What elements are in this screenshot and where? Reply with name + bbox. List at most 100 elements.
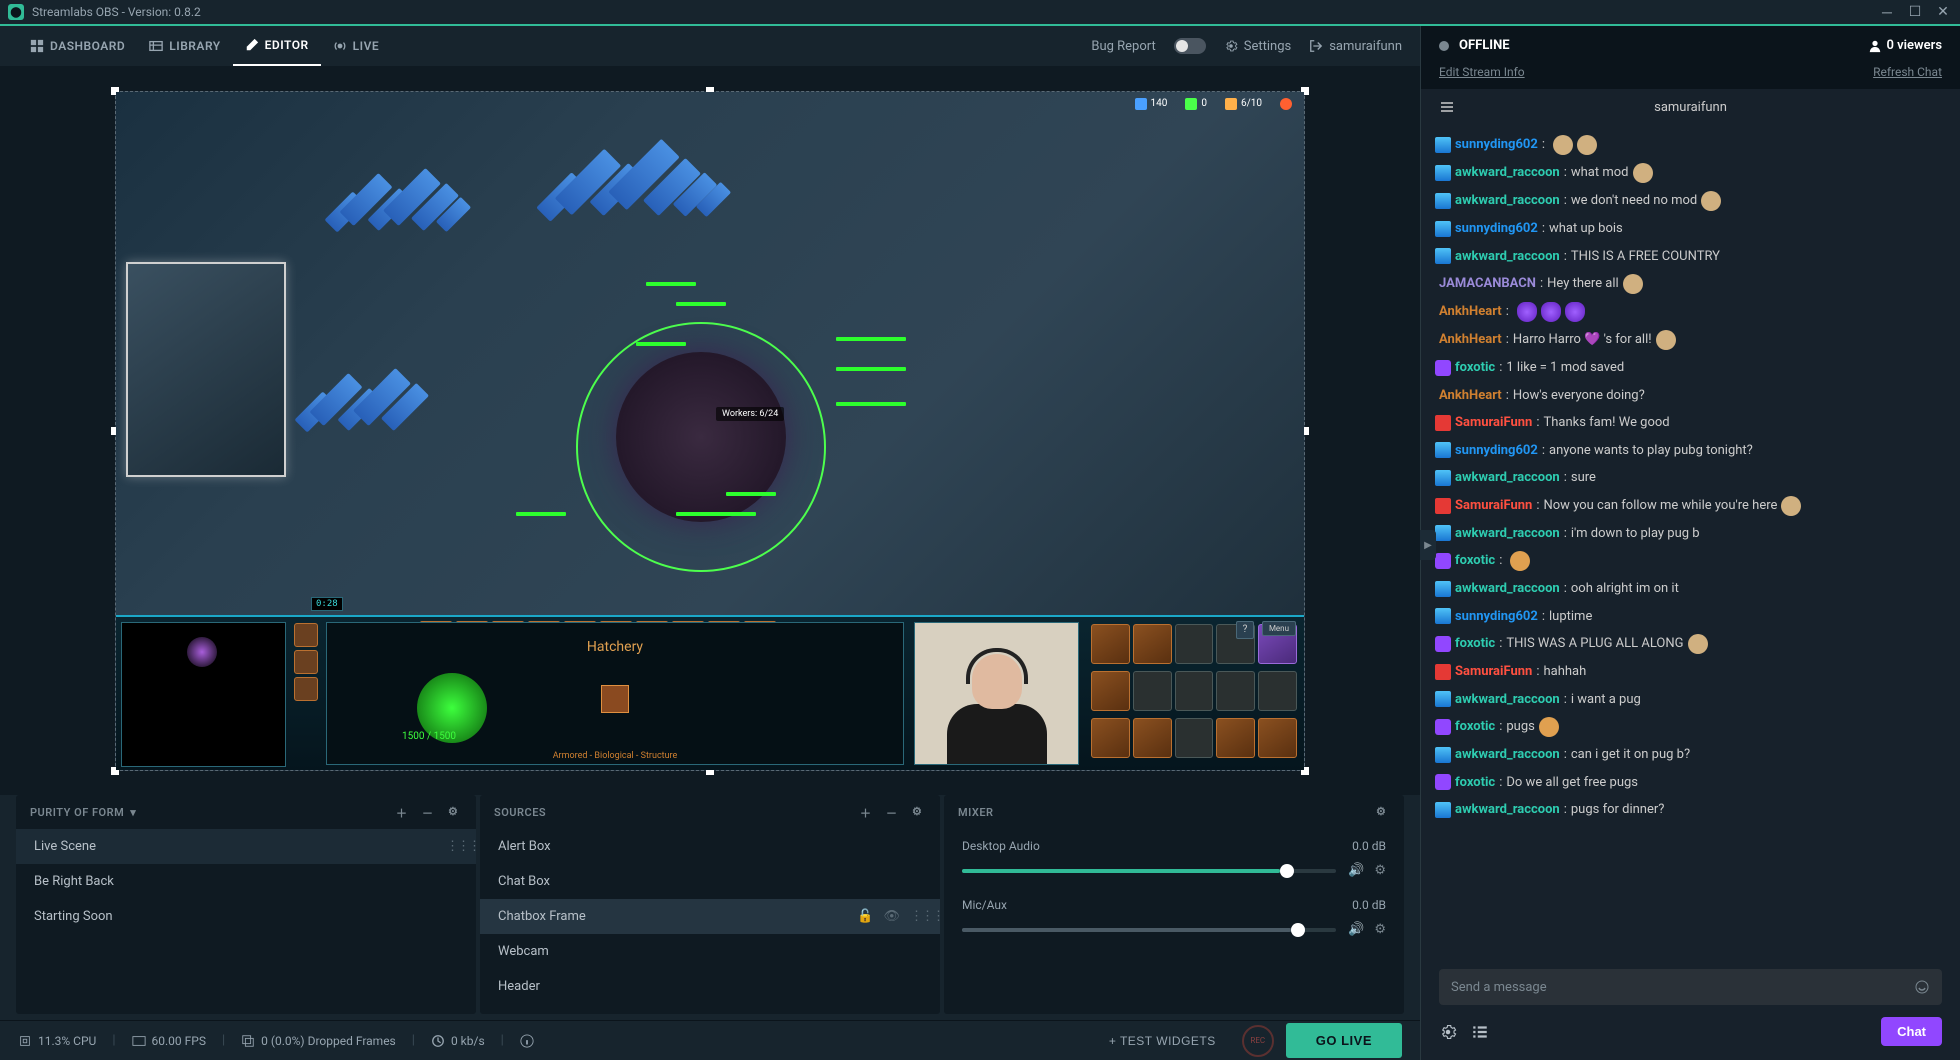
- chat-username[interactable]: sunnyding602: [1455, 441, 1538, 461]
- chat-username[interactable]: SamuraiFunn: [1455, 662, 1532, 682]
- chat-username[interactable]: awkward_raccoon: [1455, 468, 1560, 488]
- rooms-icon[interactable]: [1439, 99, 1455, 115]
- person-icon: [1868, 39, 1882, 53]
- chat-username[interactable]: sunnyding602: [1455, 607, 1538, 627]
- chat-username[interactable]: foxotic: [1455, 634, 1495, 654]
- scene-item[interactable]: Live Scene ⋮⋮⋮: [16, 829, 476, 864]
- scene-item[interactable]: Be Right Back: [16, 864, 476, 899]
- preview-area[interactable]: 140 0 6/10: [0, 66, 1420, 795]
- close-icon[interactable]: ✕: [1934, 3, 1952, 21]
- chat-username[interactable]: awkward_raccoon: [1455, 745, 1560, 765]
- source-item[interactable]: Background (delete me): [480, 1004, 940, 1014]
- chat-message-input[interactable]: Send a message: [1439, 969, 1942, 1005]
- chat-username[interactable]: awkward_raccoon: [1455, 247, 1560, 267]
- chat-badge-icon: [1435, 747, 1451, 763]
- command-grid: [1089, 622, 1299, 765]
- chat-username[interactable]: awkward_raccoon: [1455, 191, 1560, 211]
- remove-source-icon[interactable]: －: [886, 805, 900, 819]
- chat-message: sunnyding602: luptime: [1435, 603, 1946, 631]
- chat-username[interactable]: awkward_raccoon: [1455, 579, 1560, 599]
- bug-report-link[interactable]: Bug Report: [1091, 39, 1155, 54]
- chat-badge-icon: [1435, 415, 1451, 431]
- test-widgets-button[interactable]: + TEST WIDGETS: [1095, 1026, 1230, 1056]
- chat-message: AnkhHeart: Harro Harro 💜 's for all!: [1435, 326, 1946, 354]
- source-item[interactable]: Alert Box: [480, 829, 940, 864]
- status-bar: 11.3% CPU | 60.00 FPS | 0 (0.0%) Dropped…: [0, 1020, 1420, 1060]
- mute-icon[interactable]: 🔊: [1348, 922, 1364, 937]
- source-settings-icon[interactable]: ⚙: [912, 805, 926, 819]
- chat-username[interactable]: awkward_raccoon: [1455, 524, 1560, 544]
- visibility-icon[interactable]: 👁: [883, 909, 900, 924]
- chat-message: awkward_raccoon: THIS IS A FREE COUNTRY: [1435, 243, 1946, 271]
- mixer-track-name: Mic/Aux: [962, 898, 1007, 912]
- chat-username[interactable]: foxotic: [1455, 717, 1495, 737]
- source-item[interactable]: Chatbox Frame🔓👁⋮⋮⋮: [480, 899, 940, 934]
- add-source-icon[interactable]: ＋: [860, 805, 874, 819]
- remove-scene-icon[interactable]: －: [422, 805, 436, 819]
- alert-icon: [1280, 98, 1292, 110]
- logout-icon: [1309, 39, 1323, 53]
- chat-username[interactable]: foxotic: [1455, 551, 1495, 571]
- scene-collection-dropdown[interactable]: PURITY OF FORM ▾: [30, 806, 136, 819]
- maximize-icon[interactable]: ☐: [1906, 3, 1924, 21]
- preview-canvas[interactable]: 140 0 6/10: [115, 91, 1305, 771]
- game-help-button: ?: [1236, 621, 1254, 639]
- source-item[interactable]: Chat Box: [480, 864, 940, 899]
- chat-username[interactable]: JAMACANBACN: [1439, 274, 1536, 294]
- settings-link[interactable]: Settings: [1224, 39, 1291, 54]
- chat-text: i'm down to play pug b: [1571, 524, 1700, 544]
- minimize-icon[interactable]: ─: [1878, 3, 1896, 21]
- chat-settings-icon[interactable]: [1439, 1023, 1457, 1041]
- edit-stream-info-link[interactable]: Edit Stream Info: [1439, 65, 1525, 79]
- mixer-settings-icon[interactable]: ⚙: [1376, 805, 1390, 819]
- source-item[interactable]: Webcam: [480, 934, 940, 969]
- chat-text: luptime: [1549, 607, 1592, 627]
- chat-username[interactable]: awkward_raccoon: [1455, 163, 1560, 183]
- mute-icon[interactable]: 🔊: [1348, 863, 1364, 878]
- send-chat-button[interactable]: Chat: [1881, 1017, 1942, 1046]
- info-icon[interactable]: [520, 1034, 534, 1048]
- nav-library[interactable]: LIBRARY: [137, 26, 232, 66]
- go-live-button[interactable]: GO LIVE: [1286, 1023, 1402, 1058]
- user-account-link[interactable]: samuraifunn: [1309, 39, 1402, 54]
- track-settings-icon[interactable]: ⚙: [1374, 863, 1386, 878]
- chat-channel-tab[interactable]: samuraifunn: [1455, 100, 1926, 115]
- chat-username[interactable]: AnkhHeart: [1439, 386, 1502, 406]
- record-button[interactable]: REC: [1242, 1025, 1274, 1057]
- scene-name: Live Scene: [34, 839, 96, 854]
- chat-username[interactable]: sunnyding602: [1455, 135, 1538, 155]
- chat-username[interactable]: foxotic: [1455, 773, 1495, 793]
- emote-picker-icon[interactable]: [1914, 979, 1930, 995]
- collapse-chat-icon[interactable]: ▶: [1420, 530, 1436, 560]
- cpu-icon: [18, 1034, 32, 1048]
- chat-username[interactable]: awkward_raccoon: [1455, 800, 1560, 820]
- chat-username[interactable]: SamuraiFunn: [1455, 413, 1532, 433]
- track-settings-icon[interactable]: ⚙: [1374, 922, 1386, 937]
- nav-editor[interactable]: EDITOR: [233, 26, 321, 66]
- scene-settings-icon[interactable]: ⚙: [448, 805, 462, 819]
- chat-message: awkward_raccoon: ooh alright im on it: [1435, 575, 1946, 603]
- refresh-chat-link[interactable]: Refresh Chat: [1873, 65, 1942, 79]
- viewer-list-icon[interactable]: [1471, 1023, 1489, 1041]
- chat-username[interactable]: SamuraiFunn: [1455, 496, 1532, 516]
- chat-username[interactable]: AnkhHeart: [1439, 330, 1502, 350]
- volume-slider[interactable]: [962, 928, 1336, 932]
- emote-icon: [1633, 163, 1653, 183]
- chat-username[interactable]: sunnyding602: [1455, 219, 1538, 239]
- lock-icon[interactable]: 🔓: [857, 909, 873, 924]
- chat-username[interactable]: foxotic: [1455, 358, 1495, 378]
- night-mode-toggle[interactable]: [1174, 38, 1206, 54]
- source-item[interactable]: Header: [480, 969, 940, 1004]
- drag-grip-icon[interactable]: ⋮⋮⋮: [446, 839, 458, 854]
- add-scene-icon[interactable]: ＋: [396, 805, 410, 819]
- nav-live[interactable]: LIVE: [321, 26, 392, 66]
- chat-messages-list[interactable]: sunnyding602: awkward_raccoon: what mod …: [1421, 125, 1960, 957]
- chat-username[interactable]: AnkhHeart: [1439, 302, 1502, 322]
- scene-item[interactable]: Starting Soon: [16, 899, 476, 934]
- volume-slider[interactable]: [962, 869, 1336, 873]
- nav-dashboard[interactable]: DASHBOARD: [18, 26, 137, 66]
- fps-status: 60.00 FPS: [152, 1034, 206, 1048]
- drag-grip-icon[interactable]: ⋮⋮⋮: [910, 909, 922, 924]
- source-name: Webcam: [498, 944, 549, 959]
- chat-username[interactable]: awkward_raccoon: [1455, 690, 1560, 710]
